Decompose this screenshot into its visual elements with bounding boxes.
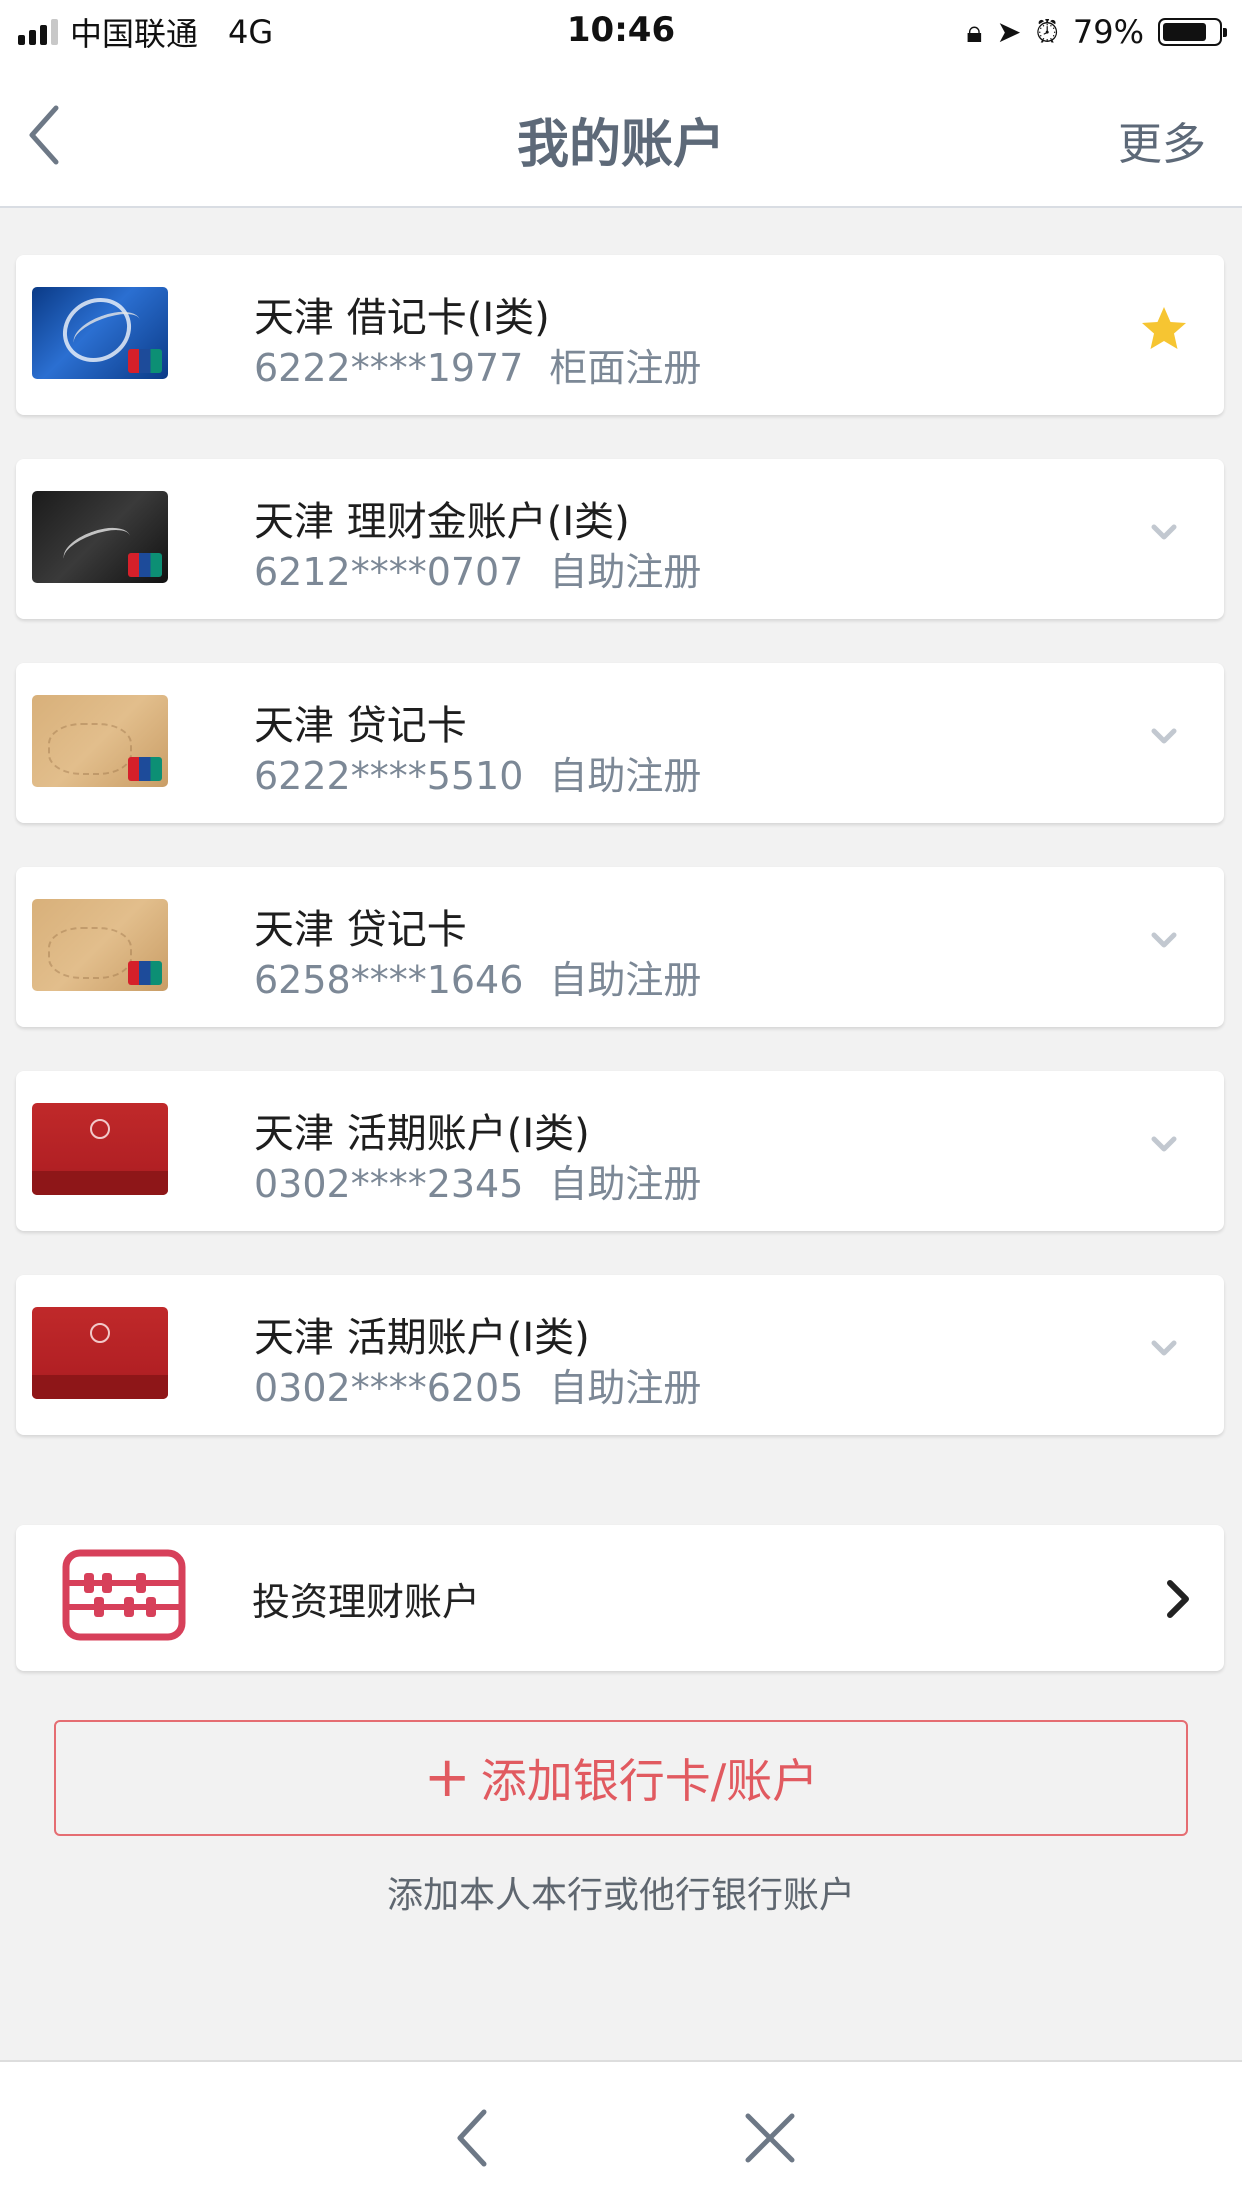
chevron-down-icon[interactable] [1136, 1117, 1192, 1173]
card-thumbnail [32, 491, 168, 583]
add-account-hint: 添加本人本行或他行银行账户 [386, 1875, 855, 1916]
registration-type: 自助注册 [549, 550, 702, 594]
toolbar-close-button[interactable] [740, 2108, 800, 2168]
account-card[interactable]: 天津 借记卡(I类) 6222****1977 柜面注册 [16, 255, 1224, 415]
account-details: 6222****5510 自助注册 [254, 745, 701, 800]
account-name: 天津 贷记卡 [254, 703, 467, 749]
chevron-right-icon [1167, 1580, 1189, 1618]
account-card[interactable]: 天津 贷记卡 6258****1646 自助注册 [16, 867, 1224, 1027]
status-bar: 中国联通 4G 10:46 🔒︎ ➤ ⏰︎ 79% [0, 0, 1242, 62]
account-name: 天津 借记卡(I类) [254, 295, 550, 341]
registration-type: 自助注册 [549, 1162, 702, 1206]
account-name: 天津 活期账户(I类) [254, 1111, 590, 1157]
investment-account-row[interactable]: 投资理财账户 [16, 1525, 1224, 1671]
account-name: 天津 贷记卡 [254, 907, 467, 953]
account-card[interactable]: 天津 活期账户(I类) 0302****6205 自助注册 [16, 1275, 1224, 1435]
investment-account-label: 投资理财账户 [252, 1580, 481, 1624]
account-number: 6222****5510 [254, 754, 524, 798]
account-details: 6222****1977 柜面注册 [254, 337, 701, 392]
plus-icon: + [423, 1745, 471, 1810]
registration-type: 自助注册 [549, 754, 702, 798]
account-card[interactable]: 天津 活期账户(I类) 0302****2345 自助注册 [16, 1071, 1224, 1231]
chevron-down-icon[interactable] [1136, 709, 1192, 765]
close-icon [745, 2113, 795, 2163]
orientation-lock-icon: 🔒︎ [966, 14, 983, 50]
add-bank-card-button[interactable]: + 添加银行卡/账户 [54, 1720, 1188, 1836]
chevron-left-icon [457, 2109, 487, 2167]
account-number: 6258****1646 [254, 958, 524, 1002]
account-name: 天津 理财金账户(I类) [254, 499, 630, 545]
account-name: 天津 活期账户(I类) [254, 1315, 590, 1361]
card-thumbnail [32, 1307, 168, 1399]
account-number: 0302****6205 [254, 1366, 524, 1410]
card-thumbnail [32, 1103, 168, 1195]
registration-type: 自助注册 [549, 1366, 702, 1410]
account-details: 6258****1646 自助注册 [254, 949, 701, 1004]
bottom-toolbar [0, 2060, 1242, 2208]
nav-bar: 我的账户 更多 [0, 62, 1242, 208]
account-card[interactable]: 天津 贷记卡 6222****5510 自助注册 [16, 663, 1224, 823]
card-thumbnail [32, 899, 168, 991]
account-number: 0302****2345 [254, 1162, 524, 1206]
account-details: 0302****6205 自助注册 [254, 1357, 701, 1412]
abacus-icon [62, 1549, 186, 1641]
chevron-down-icon[interactable] [1136, 913, 1192, 969]
card-thumbnail [32, 287, 168, 379]
add-bank-card-label: 添加银行卡/账户 [480, 1754, 819, 1808]
card-thumbnail [32, 695, 168, 787]
account-card[interactable]: 天津 理财金账户(I类) 6212****0707 自助注册 [16, 459, 1224, 619]
battery-icon [1158, 18, 1227, 46]
star-icon[interactable] [1136, 301, 1192, 357]
account-number: 6212****0707 [254, 550, 524, 594]
chevron-down-icon[interactable] [1136, 1321, 1192, 1377]
account-number: 6222****1977 [254, 346, 524, 390]
chevron-down-icon[interactable] [1136, 505, 1192, 561]
toolbar-back-button[interactable] [444, 2106, 504, 2170]
registration-type: 自助注册 [549, 958, 702, 1002]
registration-type: 柜面注册 [549, 346, 702, 390]
location-icon: ➤ [996, 14, 1022, 50]
account-details: 6212****0707 自助注册 [254, 541, 701, 596]
more-button[interactable]: 更多 [1118, 108, 1206, 172]
page-title: 我的账户 [516, 115, 725, 175]
battery-percent: 79% [1072, 13, 1144, 51]
alarm-icon: ⏰︎ [1035, 14, 1059, 50]
account-details: 0302****2345 自助注册 [254, 1153, 701, 1208]
